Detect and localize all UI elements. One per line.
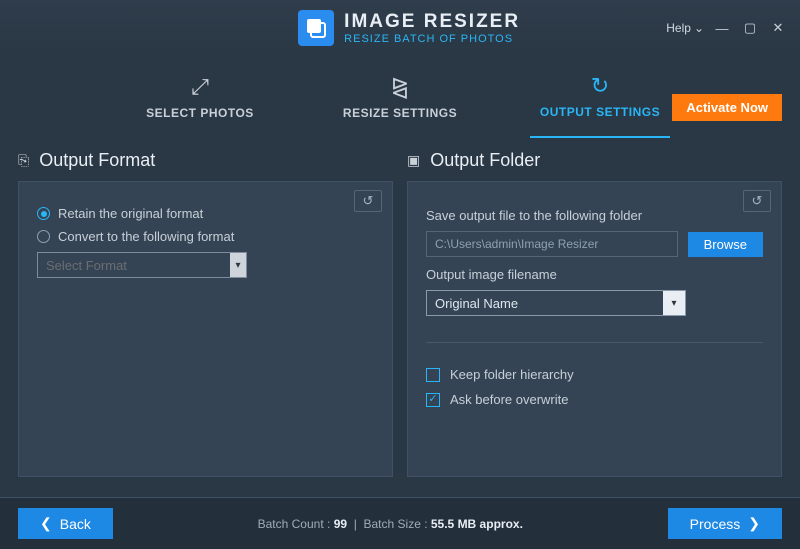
checkbox-keep-hierarchy[interactable]: Keep folder hierarchy [426, 367, 763, 382]
chevron-right-icon: ❯ [748, 515, 760, 532]
app-brand: IMAGE RESIZER RESIZE BATCH OF PHOTOS [298, 10, 520, 46]
format-select[interactable]: ▾ [37, 252, 247, 278]
refresh-icon: ↻ [591, 73, 609, 99]
activate-now-button[interactable]: Activate Now [672, 94, 782, 121]
save-folder-label: Save output file to the following folder [426, 208, 763, 223]
chevron-down-icon: ⌄ [694, 21, 704, 35]
chevron-left-icon: ❮ [40, 515, 52, 532]
content-area: ⎘ Output Format ↺ Retain the original fo… [0, 138, 800, 477]
expand-icon: ⤢ [191, 74, 209, 100]
output-path-input[interactable] [426, 231, 678, 257]
tab-output-settings[interactable]: ↻ OUTPUT SETTINGS [530, 56, 670, 138]
checkbox-ask-overwrite[interactable]: ✓ Ask before overwrite [426, 392, 763, 407]
undo-icon: ↺ [363, 193, 374, 209]
back-button[interactable]: ❮ Back [18, 508, 113, 539]
radio-convert-format[interactable]: Convert to the following format [37, 229, 374, 244]
chevron-down-icon[interactable]: ▾ [230, 253, 246, 277]
tab-resize-settings[interactable]: ⧎ RESIZE SETTINGS [330, 56, 470, 138]
radio-retain-format[interactable]: Retain the original format [37, 206, 374, 221]
filename-select-input[interactable] [427, 291, 663, 315]
app-logo-icon [298, 10, 334, 46]
help-menu[interactable]: Help ⌄ [666, 21, 704, 35]
output-folder-header: ▣ Output Folder [407, 146, 782, 181]
chevron-down-icon[interactable]: ▾ [663, 291, 685, 315]
output-folder-panel: ↺ Save output file to the following fold… [407, 181, 782, 477]
app-subtitle: RESIZE BATCH OF PHOTOS [344, 33, 520, 45]
mirror-icon: ⧎ [391, 74, 409, 100]
folder-export-icon: ▣ [407, 152, 420, 169]
close-button[interactable]: ✕ [768, 18, 788, 38]
footer-bar: ❮ Back Batch Count : 99 | Batch Size : 5… [0, 497, 800, 549]
tab-select-photos[interactable]: ⤢ SELECT PHOTOS [130, 56, 270, 138]
app-title: IMAGE RESIZER [344, 11, 520, 33]
output-format-header: ⎘ Output Format [18, 146, 393, 181]
export-icon: ⎘ [18, 152, 29, 169]
tab-bar: ⤢ SELECT PHOTOS ⧎ RESIZE SETTINGS ↻ OUTP… [0, 56, 800, 138]
format-select-input[interactable] [38, 253, 230, 277]
batch-status: Batch Count : 99 | Batch Size : 55.5 MB … [258, 517, 523, 531]
maximize-button[interactable]: ▢ [740, 18, 760, 38]
filename-label: Output image filename [426, 267, 763, 282]
titlebar: IMAGE RESIZER RESIZE BATCH OF PHOTOS Hel… [0, 0, 800, 56]
filename-select[interactable]: ▾ [426, 290, 686, 316]
reset-folder-button[interactable]: ↺ [743, 190, 771, 212]
browse-button[interactable]: Browse [688, 232, 763, 257]
process-button[interactable]: Process ❯ [668, 508, 782, 539]
minimize-button[interactable]: — [712, 18, 732, 38]
output-format-panel: ↺ Retain the original format Convert to … [18, 181, 393, 477]
undo-icon: ↺ [752, 193, 763, 209]
reset-format-button[interactable]: ↺ [354, 190, 382, 212]
